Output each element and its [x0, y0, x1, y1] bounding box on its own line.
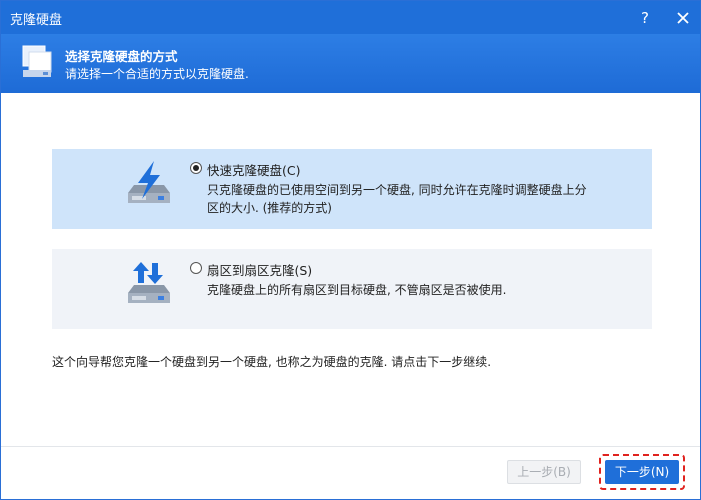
previous-button[interactable]: 上一步(B)	[507, 460, 581, 484]
wizard-header: 选择克隆硬盘的方式 请选择一个合适的方式以克隆硬盘.	[1, 34, 700, 93]
option-sector-clone[interactable]: 扇区到扇区克隆(S) 克隆硬盘上的所有扇区到目标硬盘, 不管扇区是否被使用.	[52, 249, 652, 329]
option-fast-clone[interactable]: 快速克隆硬盘(C) 只克隆硬盘的已使用空间到另一个硬盘, 同时允许在克隆时调整硬…	[52, 149, 652, 229]
help-icon[interactable]: ?	[633, 6, 657, 30]
sector-clone-radio[interactable]	[190, 262, 202, 274]
disk-arrows-icon	[124, 259, 174, 309]
fast-clone-radio[interactable]	[190, 162, 202, 174]
fast-clone-label: 快速克隆硬盘(C)	[207, 163, 301, 178]
header-subtitle: 请选择一个合适的方式以克隆硬盘.	[65, 67, 249, 81]
sector-clone-description: 克隆硬盘上的所有扇区到目标硬盘, 不管扇区是否被使用.	[207, 283, 507, 297]
footer-divider	[1, 446, 700, 447]
fast-clone-description: 只克隆硬盘的已使用空间到另一个硬盘, 同时允许在克隆时调整硬盘上分区的大小. (…	[207, 183, 587, 215]
title-bar[interactable]: 克隆硬盘 ?	[1, 1, 700, 34]
disk-clone-icon	[19, 44, 55, 80]
clone-disk-dialog: 克隆硬盘 ? 选择克隆硬盘的方式 请选择一个合适的方式以克隆硬盘. 快速克隆硬盘…	[0, 0, 701, 500]
header-title: 选择克隆硬盘的方式	[65, 49, 178, 64]
sector-clone-label: 扇区到扇区克隆(S)	[207, 263, 313, 278]
next-button[interactable]: 下一步(N)	[605, 460, 679, 484]
disk-lightning-icon	[124, 159, 174, 209]
close-icon[interactable]	[671, 6, 695, 30]
wizard-info-text: 这个向导帮您克隆一个硬盘到另一个硬盘, 也称之为硬盘的克隆. 请点击下一步继续.	[52, 355, 492, 369]
window-title: 克隆硬盘	[10, 13, 63, 28]
